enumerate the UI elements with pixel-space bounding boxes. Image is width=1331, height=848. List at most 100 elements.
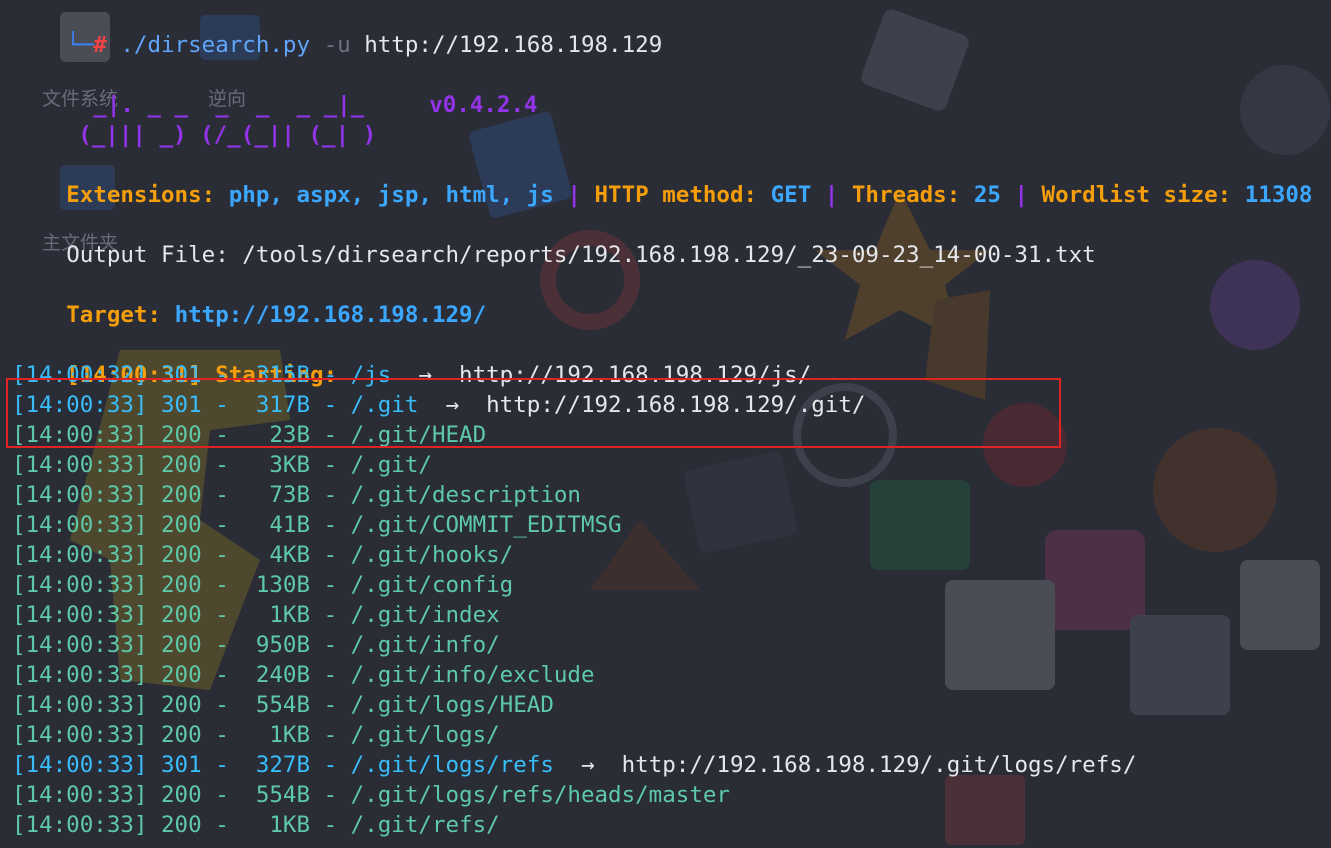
result-path: - /.git/description: [310, 482, 581, 508]
result-path: - /js: [310, 362, 392, 388]
result-size: 1KB: [242, 602, 311, 628]
result-size: 1KB: [242, 812, 311, 838]
result-time: [14:00:33]: [12, 722, 148, 748]
result-path: - /.git/: [310, 452, 432, 478]
result-time: [14:00:33]: [12, 602, 148, 628]
threads-label: Threads:: [851, 182, 961, 208]
result-row: [14:00:33] 200 - 1KB - /.git/logs/: [12, 720, 500, 750]
config-line: Extensions: php, aspx, jsp, html, js | H…: [12, 150, 1312, 208]
result-row: [14:00:33] 301 - 327B - /.git/logs/refs …: [12, 750, 1136, 780]
banner-art-bottom: (_||| _) (/_(_|| (_| ): [78, 122, 377, 148]
result-row: [14:00:33] 200 - 130B - /.git/config: [12, 570, 513, 600]
banner-art-line2: (_||| _) (/_(_|| (_| ): [24, 90, 376, 148]
result-time: [14:00:33]: [12, 392, 148, 418]
result-status: 200 -: [147, 692, 243, 718]
command-flag: -u: [323, 32, 351, 58]
result-time: [14:00:33]: [12, 512, 148, 538]
result-size: 73B: [242, 482, 311, 508]
result-path: - /.git/HEAD: [310, 422, 487, 448]
result-size: 41B: [242, 512, 311, 538]
result-row: [14:00:33] 200 - 3KB - /.git/: [12, 450, 432, 480]
result-time: [14:00:32]: [12, 362, 148, 388]
result-size: 130B: [242, 572, 311, 598]
result-status: 200 -: [147, 602, 243, 628]
result-time: [14:00:33]: [12, 632, 148, 658]
result-row: [14:00:33] 200 - 554B - /.git/logs/HEAD: [12, 690, 554, 720]
result-path: - /.git/refs/: [310, 812, 500, 838]
result-size: 554B: [242, 782, 311, 808]
result-path: - /.git/COMMIT_EDITMSG: [310, 512, 622, 538]
result-time: [14:00:33]: [12, 812, 148, 838]
result-status: 301 -: [147, 752, 243, 778]
result-size: 3KB: [242, 452, 311, 478]
command-argument: http://192.168.198.129: [364, 32, 663, 58]
separator: |: [824, 182, 839, 208]
result-path: - /.git/config: [310, 572, 514, 598]
result-size: 554B: [242, 692, 311, 718]
result-row: [14:00:33] 200 - 23B - /.git/HEAD: [12, 420, 486, 450]
result-time: [14:00:33]: [12, 482, 148, 508]
result-time: [14:00:33]: [12, 692, 148, 718]
target-label: Target:: [66, 302, 162, 328]
banner-version: v0.4.2.4: [375, 60, 537, 118]
result-path: - /.git/info/: [310, 632, 500, 658]
command-name: ./dirsearch.py: [120, 32, 311, 58]
result-size: 315B: [242, 362, 311, 388]
target-line: Target: http://192.168.198.129/: [12, 270, 486, 328]
redirect-arrow: →: [553, 752, 622, 778]
result-path: - /.git/logs/HEAD: [310, 692, 554, 718]
result-status: 301 -: [147, 362, 243, 388]
redirect-arrow: →: [391, 362, 460, 388]
result-path: - /.git/hooks/: [310, 542, 514, 568]
result-row: [14:00:33] 200 - 41B - /.git/COMMIT_EDIT…: [12, 510, 622, 540]
result-path: - /.git/info/exclude: [310, 662, 595, 688]
redirect-url: http://192.168.198.129/.git/logs/refs/: [621, 752, 1137, 778]
result-row: [14:00:33] 200 - 240B - /.git/info/exclu…: [12, 660, 595, 690]
wordlist-label: Wordlist size:: [1041, 182, 1232, 208]
result-status: 200 -: [147, 482, 243, 508]
result-row: [14:00:33] 200 - 1KB - /.git/refs/: [12, 810, 500, 840]
redirect-arrow: →: [418, 392, 487, 418]
extensions-label: Extensions:: [66, 182, 216, 208]
result-row: [14:00:33] 200 - 73B - /.git/description: [12, 480, 581, 510]
redirect-url: http://192.168.198.129/js/: [459, 362, 812, 388]
separator: |: [1014, 182, 1028, 208]
banner-art-line1: _|. _ _ _ _ _ _|_: [12, 60, 364, 118]
result-path: - /.git/logs/refs/heads/master: [310, 782, 730, 808]
result-status: 200 -: [147, 542, 243, 568]
result-status: 301 -: [147, 392, 243, 418]
result-time: [14:00:33]: [12, 752, 148, 778]
result-path: - /.git/logs/refs: [310, 752, 554, 778]
result-size: 950B: [242, 632, 311, 658]
result-row: [14:00:33] 200 - 554B - /.git/logs/refs/…: [12, 780, 730, 810]
result-row: [14:00:33] 200 - 4KB - /.git/hooks/: [12, 540, 513, 570]
output-file-line: Output File: /tools/dirsearch/reports/19…: [12, 210, 1096, 268]
result-time: [14:00:33]: [12, 662, 148, 688]
result-row: [14:00:33] 200 - 950B - /.git/info/: [12, 630, 500, 660]
output-file-path: Output File: /tools/dirsearch/reports/19…: [66, 242, 1096, 268]
root-prompt-hash: #: [93, 32, 107, 58]
result-status: 200 -: [147, 662, 243, 688]
result-size: 23B: [242, 422, 311, 448]
result-status: 200 -: [147, 452, 243, 478]
result-time: [14:00:33]: [12, 452, 148, 478]
separator: |: [567, 182, 581, 208]
target-url: http://192.168.198.129/: [174, 302, 487, 328]
result-status: 200 -: [147, 782, 243, 808]
result-size: 317B: [242, 392, 311, 418]
result-row: [14:00:32] 301 - 315B - /js → http://192…: [12, 360, 811, 390]
result-time: [14:00:33]: [12, 422, 148, 448]
result-time: [14:00:33]: [12, 572, 148, 598]
result-time: [14:00:33]: [12, 782, 148, 808]
result-path: - /.git: [310, 392, 419, 418]
result-row: [14:00:33] 200 - 1KB - /.git/index: [12, 600, 500, 630]
starting-line: [14:00:31] Starting:: [12, 330, 337, 388]
result-status: 200 -: [147, 632, 243, 658]
extensions-value: php, aspx, jsp, html, js: [228, 182, 554, 208]
result-status: 200 -: [147, 422, 243, 448]
result-status: 200 -: [147, 572, 243, 598]
prompt-corner: └─: [66, 32, 94, 58]
result-size: 1KB: [242, 722, 311, 748]
threads-value: 25: [973, 182, 1001, 208]
terminal-output[interactable]: └─# ./dirsearch.py -u http://192.168.198…: [12, 0, 1327, 848]
